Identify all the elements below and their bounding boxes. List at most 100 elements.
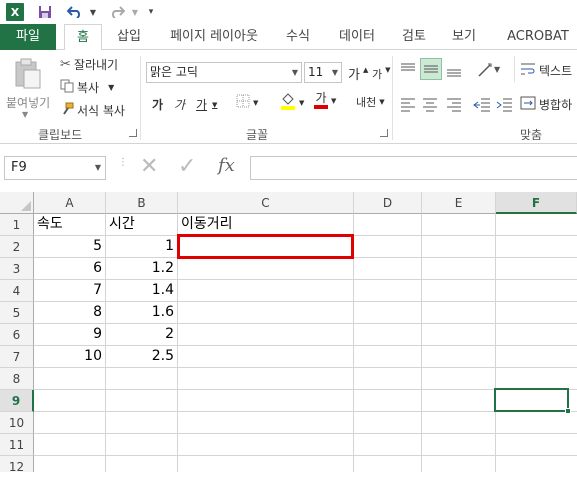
group-separator [140,56,141,140]
undo-icon[interactable] [64,3,86,21]
font-color-bar [314,105,328,109]
column-header-d[interactable]: D [354,192,422,214]
undo-dropdown-icon[interactable]: ▼ [88,3,98,21]
fill-color-button[interactable]: ▼ [280,92,304,113]
font-group-label: 글꼴 [246,128,269,142]
row-header-5[interactable]: 5 [0,302,34,324]
tab-review[interactable]: 검토 [394,24,434,50]
copy-button[interactable]: 복사 ▼ [60,79,114,96]
cell-a4[interactable]: 7 [34,279,102,301]
cell-a2[interactable]: 5 [34,235,102,257]
font-name-dropdown[interactable]: 맑은 고딕 ▼ [146,62,302,83]
grow-font-label: 가 [348,68,360,83]
cell-c1[interactable]: 이동거리 [181,213,233,235]
underline-button[interactable]: 가 ▼ [196,96,217,113]
formula-input[interactable] [250,156,577,180]
cell-a1[interactable]: 속도 [37,213,63,235]
cell-a3[interactable]: 6 [34,257,102,279]
align-center-icon[interactable] [420,94,440,114]
tab-view[interactable]: 보기 [444,24,484,50]
save-icon[interactable] [36,3,54,21]
grow-font-button[interactable]: 가 ▲ [348,64,368,84]
paste-dropdown-icon[interactable]: ▼ [22,110,28,119]
tab-page-layout[interactable]: 페이지 레이아웃 [162,24,266,50]
orientation-icon[interactable]: ▼ [476,60,504,80]
customize-icon[interactable]: ▾ [146,3,156,21]
grid-line [34,367,577,368]
wrap-text-label: 텍스트 [539,64,573,78]
enter-icon[interactable]: ✓ [178,154,196,179]
wrap-text-button[interactable]: 텍스트 [520,62,572,79]
redo-icon[interactable] [106,3,128,21]
paste-icon[interactable] [10,56,50,92]
phonetic-button[interactable]: 내천 ▼ [356,94,385,110]
column-header-e[interactable]: E [422,192,496,214]
row-header-3[interactable]: 3 [0,258,34,280]
column-header-f[interactable]: F [496,192,577,214]
tab-formulas[interactable]: 수식 [278,24,318,50]
fill-handle[interactable] [565,408,571,414]
align-top-icon[interactable] [398,60,418,80]
cell-a6[interactable]: 9 [34,323,102,345]
borders-button[interactable]: ▼ [236,94,258,111]
redo-dropdown-icon[interactable]: ▼ [130,3,140,21]
align-right-icon[interactable] [444,94,464,114]
align-middle-icon[interactable] [420,58,442,80]
align-left-icon[interactable] [398,94,418,114]
row-header-8[interactable]: 8 [0,368,34,390]
quick-access-toolbar: X ▼ ▼ ▾ [0,0,577,24]
merge-center-button[interactable]: 병합하 [520,96,572,113]
row-header-7[interactable]: 7 [0,346,34,368]
cell-b2[interactable]: 1 [106,235,174,257]
bold-button[interactable]: 가 [152,96,163,113]
row-header-9[interactable]: 9 [0,390,34,412]
excel-icon[interactable]: X [6,3,24,21]
row-header-11[interactable]: 11 [0,434,34,456]
cell-a5[interactable]: 8 [34,301,102,323]
row-header-12[interactable]: 12 [0,456,34,474]
select-all-corner[interactable] [0,192,34,214]
cell-b1[interactable]: 시간 [109,213,135,235]
tab-file[interactable]: 파일 [0,24,56,50]
column-header-c[interactable]: C [178,192,354,214]
row-header-10[interactable]: 10 [0,412,34,434]
font-launcher-icon[interactable] [380,129,388,137]
cell-b3[interactable]: 1.2 [106,257,174,279]
row-header-6[interactable]: 6 [0,324,34,346]
row-header-2[interactable]: 2 [0,236,34,258]
font-size-dropdown[interactable]: 11 ▼ [304,62,342,83]
cancel-icon[interactable]: ✕ [140,154,158,179]
name-box[interactable]: F9 ▼ [4,156,106,180]
paste-button[interactable]: 붙여넣기 [6,94,50,111]
row-header-1[interactable]: 1 [0,214,34,236]
tab-acrobat[interactable]: ACROBAT [500,24,576,50]
shrink-font-button[interactable]: 가 ▼ [372,66,391,82]
ribbon-tabs: 파일 홈 삽입 페이지 레이아웃 수식 데이터 검토 보기 ACROBAT [0,24,577,51]
insert-function-icon[interactable]: fx [218,155,235,176]
tab-home[interactable]: 홈 [64,24,102,51]
font-color-button[interactable]: 가 ▼ [314,92,336,109]
group-separator [392,56,393,140]
decrease-indent-icon[interactable] [472,94,492,114]
row-header-4[interactable]: 4 [0,280,34,302]
column-header-b[interactable]: B [106,192,178,214]
italic-button[interactable]: 가 [174,96,185,113]
cell-b5[interactable]: 1.6 [106,301,174,323]
cut-button[interactable]: ✂ 잘라내기 [60,56,118,73]
cell-b6[interactable]: 2 [106,323,174,345]
cell-b7[interactable]: 2.5 [106,345,174,367]
tab-data[interactable]: 데이터 [332,24,382,50]
borders-icon [236,94,250,111]
active-cell-f9[interactable] [494,388,569,412]
align-bottom-icon[interactable] [444,60,464,80]
highlight-box-c2[interactable] [177,234,354,259]
cell-b4[interactable]: 1.4 [106,279,174,301]
format-painter-button[interactable]: 서식 복사 [60,102,125,119]
cell-a7[interactable]: 10 [34,345,102,367]
scissors-icon: ✂ [60,57,71,72]
column-header-a[interactable]: A [34,192,106,214]
tab-insert[interactable]: 삽입 [108,24,150,50]
increase-indent-icon[interactable] [494,94,514,114]
chevron-down-icon: ▼ [212,100,218,109]
clipboard-launcher-icon[interactable] [129,129,137,137]
